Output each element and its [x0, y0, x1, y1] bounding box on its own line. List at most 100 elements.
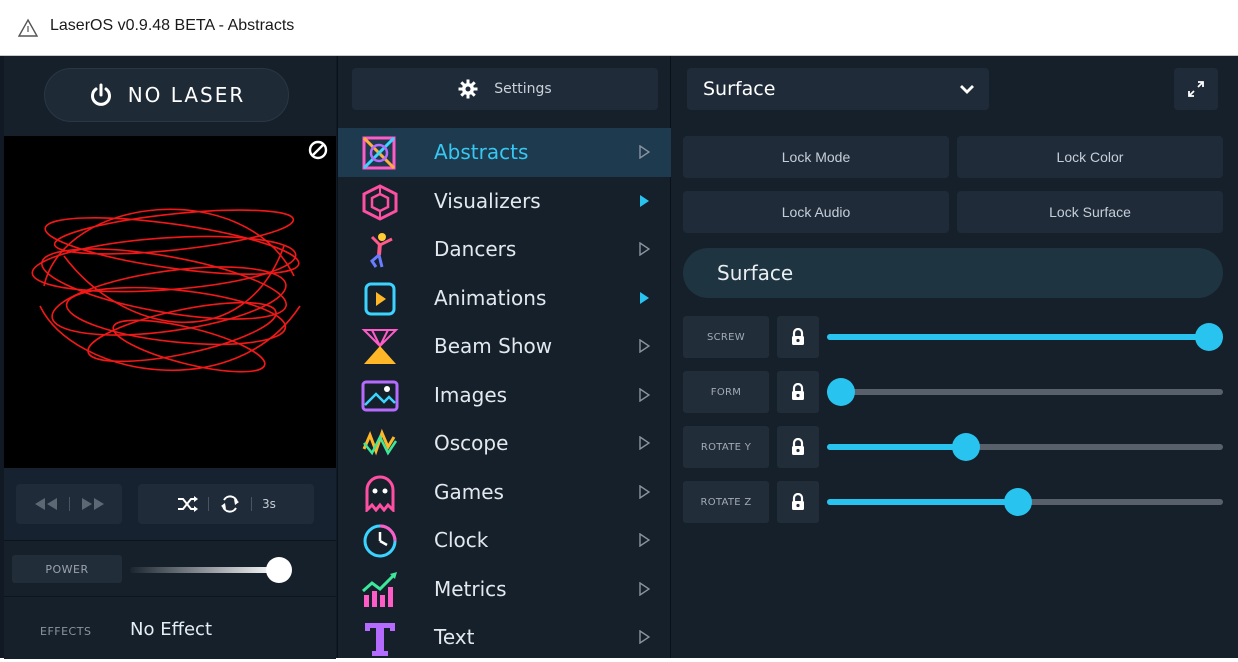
menu-item-games[interactable]: Games: [338, 468, 672, 517]
menu-item-beam-show[interactable]: Beam Show: [338, 322, 672, 371]
slider-knob[interactable]: [827, 378, 855, 406]
dancers-icon: [370, 233, 393, 268]
next-icon[interactable]: [80, 497, 106, 511]
visualizers-icon: [362, 183, 398, 221]
lock-icon: [792, 493, 804, 510]
skip-buttons[interactable]: [16, 484, 122, 524]
laser-preview: [4, 136, 336, 468]
animations-icon: [364, 282, 396, 315]
text-icon: [365, 623, 395, 656]
chevron-right-icon: [639, 242, 650, 256]
slider-label: SCREW: [683, 316, 769, 358]
window-title: LaserOS v0.9.48 BETA - Abstracts: [50, 17, 295, 34]
playback-controls: 3s: [138, 484, 314, 524]
menu-item-label: Text: [434, 625, 475, 649]
menu-item-images[interactable]: Images: [338, 371, 672, 420]
mode-select-value: Surface: [703, 78, 776, 100]
expand-icon: [1188, 81, 1204, 97]
chevron-right-icon: [640, 194, 649, 207]
power-row: POWER: [4, 540, 336, 597]
menu-item-label: Beam Show: [434, 334, 553, 358]
effects-row[interactable]: EFFECTS No Effect: [4, 596, 336, 659]
settings-label: Settings: [494, 81, 552, 97]
menu-item-oscope[interactable]: Oscope: [338, 419, 672, 468]
slider-fill: [827, 334, 1209, 340]
category-menu: Abstracts Visualizers Dancers Animations…: [338, 128, 672, 662]
slider-track[interactable]: [827, 488, 1223, 516]
chevron-right-icon: [640, 291, 649, 304]
chevron-down-icon: [960, 85, 974, 94]
menu-item-animations[interactable]: Animations: [338, 274, 672, 323]
power-label: POWER: [12, 555, 122, 583]
effects-value[interactable]: No Effect: [130, 619, 212, 640]
section-title: Surface: [683, 248, 1223, 298]
slider-track[interactable]: [827, 378, 1223, 406]
chevron-right-icon: [639, 387, 650, 402]
app-logo-icon: [18, 18, 38, 37]
chevron-right-icon: [639, 484, 650, 499]
slider-lock-button[interactable]: [777, 481, 819, 523]
separator: [251, 497, 253, 511]
menu-item-label: Visualizers: [434, 188, 541, 213]
no-output-icon[interactable]: [306, 138, 330, 162]
slider-lock-button[interactable]: [777, 426, 819, 468]
lock-icon: [792, 328, 804, 345]
no-laser-button[interactable]: NO LASER: [44, 68, 289, 122]
slider-row-rotate-z: ROTATE Z: [683, 481, 1223, 523]
menu-item-label: Images: [434, 382, 508, 407]
slider-knob[interactable]: [1195, 323, 1223, 351]
images-icon: [361, 380, 399, 411]
effects-label: EFFECTS: [40, 625, 92, 638]
slider-lock-button[interactable]: [777, 316, 819, 358]
chevron-right-icon: [639, 533, 650, 547]
slider-fill: [827, 499, 1018, 505]
slider-track[interactable]: [827, 433, 1223, 461]
transport-bar: 3s: [4, 468, 336, 540]
menu-item-label: Metrics: [434, 576, 507, 601]
app-window: LaserOS v0.9.48 BETA - Abstracts NO LASE…: [0, 0, 1238, 659]
slider-track[interactable]: [827, 323, 1223, 351]
slider-knob[interactable]: [1003, 488, 1032, 516]
menu-item-metrics[interactable]: Metrics: [338, 565, 672, 614]
menu-item-label: Dancers: [434, 237, 517, 261]
menu-item-visualizers[interactable]: Visualizers: [338, 177, 672, 226]
menu-item-label: Clock: [434, 528, 489, 552]
chevron-right-icon: [639, 339, 650, 353]
mode-select[interactable]: Surface: [687, 68, 989, 110]
slider-row-form: FORM: [683, 371, 1223, 413]
slider-row-rotate-y: ROTATE Y: [683, 426, 1223, 468]
power-slider-track[interactable]: [130, 567, 278, 573]
slider-label: FORM: [683, 371, 769, 413]
menu-item-clock[interactable]: Clock: [338, 516, 672, 565]
left-panel: NO LASER 3s POWER EFFECTS No Effect: [4, 56, 336, 659]
chevron-right-icon: [639, 630, 650, 644]
menu-item-abstracts[interactable]: Abstracts: [338, 128, 672, 177]
power-slider-knob[interactable]: [266, 557, 292, 583]
lock-color-button[interactable]: Lock Color: [957, 136, 1223, 178]
beam-show-icon: [361, 329, 399, 364]
slider-fill: [827, 444, 967, 450]
lock-surface-button[interactable]: Lock Surface: [957, 191, 1223, 233]
lock-mode-button[interactable]: Lock Mode: [683, 136, 949, 178]
slider-label: ROTATE Z: [683, 481, 769, 523]
expand-button[interactable]: [1174, 68, 1218, 110]
power-icon: [90, 83, 111, 106]
menu-item-text[interactable]: Text: [338, 613, 672, 662]
clock-icon: [363, 524, 397, 558]
abstracts-icon: [362, 136, 396, 170]
games-icon: [365, 475, 395, 512]
menu-item-label: Oscope: [434, 431, 509, 455]
slider-lock-button[interactable]: [777, 371, 819, 413]
repeat-icon[interactable]: [219, 494, 241, 514]
lock-icon: [792, 438, 804, 455]
interval-value[interactable]: 3s: [262, 497, 276, 511]
chevron-right-icon: [639, 581, 650, 596]
gear-icon: [458, 79, 478, 99]
slider-knob[interactable]: [952, 433, 981, 461]
lock-audio-button[interactable]: Lock Audio: [683, 191, 949, 233]
shuffle-icon[interactable]: [176, 495, 199, 513]
menu-item-dancers[interactable]: Dancers: [338, 225, 672, 274]
separator: [208, 497, 210, 511]
settings-button[interactable]: Settings: [352, 68, 658, 110]
previous-icon[interactable]: [33, 497, 59, 511]
